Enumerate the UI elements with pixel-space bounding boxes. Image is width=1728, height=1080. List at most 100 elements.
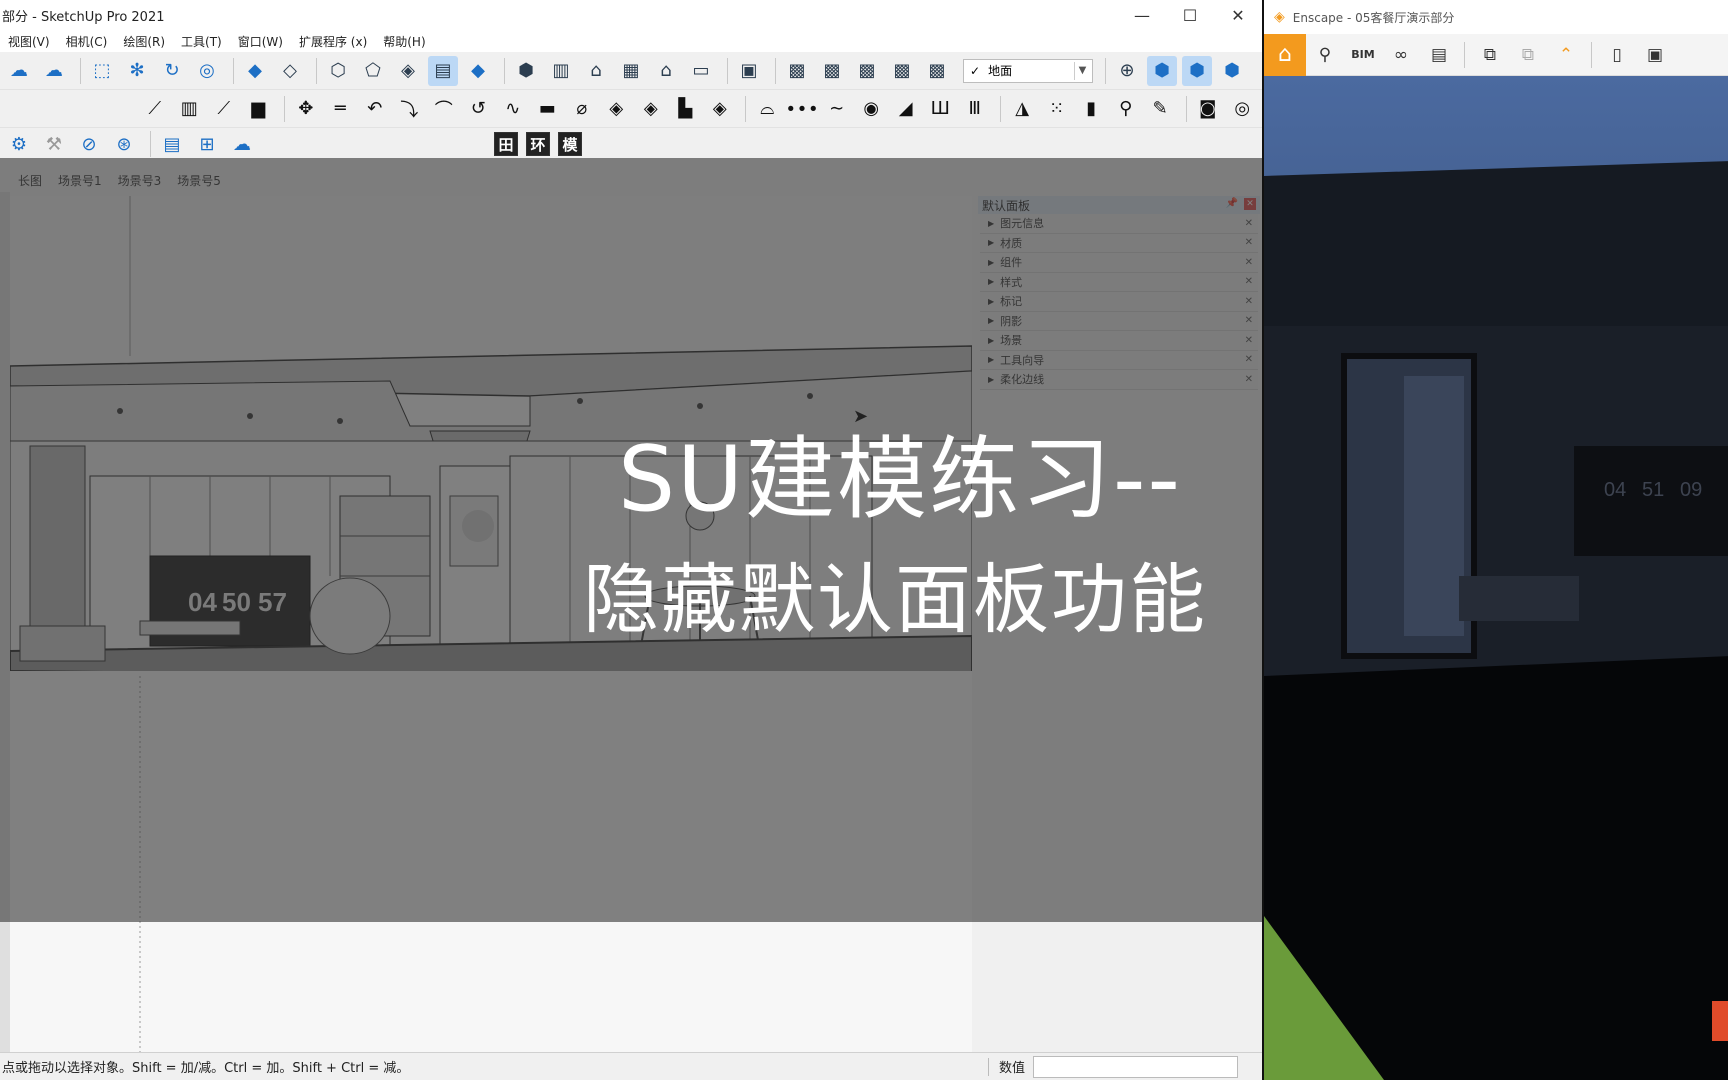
shaded-style-icon[interactable]: ◈ xyxy=(393,56,423,86)
maximize-button[interactable]: ☐ xyxy=(1166,6,1214,25)
mini-tool-tian-icon[interactable]: 田 xyxy=(494,132,518,156)
window-tool-icon[interactable]: ▥ xyxy=(175,94,205,124)
tray-item-tags[interactable]: ▶ 标记 ✕ xyxy=(980,292,1258,312)
tray-item-soften-edges[interactable]: ▶ 柔化边线 ✕ xyxy=(980,370,1258,390)
flatten-icon[interactable]: ▬ xyxy=(532,94,562,124)
cloud-upload-icon[interactable]: ☁ xyxy=(39,56,69,86)
close-icon[interactable]: ✕ xyxy=(1245,374,1253,385)
close-icon[interactable]: ✕ xyxy=(1245,218,1253,229)
minimize-button[interactable]: — xyxy=(1118,6,1166,25)
enscape-sync-icon[interactable]: ⬢ xyxy=(1182,55,1212,86)
tray-item-entity-info[interactable]: ▶ 图元信息 ✕ xyxy=(980,214,1258,234)
clapperboard-icon[interactable]: ▤ xyxy=(1420,45,1458,65)
menu-camera[interactable]: 相机(C) xyxy=(58,33,116,50)
panel-icon[interactable]: ▮ xyxy=(1076,94,1106,124)
top-view-icon[interactable]: ▥ xyxy=(546,56,576,86)
menu-window[interactable]: 窗口(W) xyxy=(230,33,291,50)
back-view-icon[interactable]: ⌂ xyxy=(651,56,681,86)
solid-split-icon[interactable]: ▩ xyxy=(922,56,952,86)
close-icon[interactable]: ✕ xyxy=(1244,198,1256,210)
spiral-icon[interactable]: ◉ xyxy=(856,94,886,124)
orbit-target-icon[interactable]: ⊕ xyxy=(1112,56,1142,86)
close-icon[interactable]: ✕ xyxy=(1245,335,1253,346)
grid-windows-icon[interactable]: ⊞ xyxy=(192,129,222,159)
map-icon[interactable]: ▯ xyxy=(1598,45,1636,65)
comb-icon[interactable]: Ш xyxy=(925,94,955,124)
chrome-icon[interactable]: ◎ xyxy=(192,56,222,86)
tray-item-shadows[interactable]: ▶ 阴影 ✕ xyxy=(980,311,1258,331)
front-view-icon[interactable]: ⌂ xyxy=(581,56,611,86)
ramp-tool-icon[interactable]: ⟋ xyxy=(209,94,239,124)
tray-item-scenes[interactable]: ▶ 场景 ✕ xyxy=(980,331,1258,351)
layers-stack-icon[interactable]: ◈ xyxy=(705,94,735,124)
screenshot-icon[interactable]: ⧉ xyxy=(1471,45,1509,65)
enscape-start-icon[interactable]: ⬢ xyxy=(1147,55,1177,86)
back-edges-style-icon[interactable]: ◇ xyxy=(275,56,305,86)
enscape-view-icon[interactable]: ⬢ xyxy=(1217,56,1247,86)
tray-item-materials[interactable]: ▶ 材质 ✕ xyxy=(980,233,1258,253)
joint-push-pull-icon[interactable]: ✥ xyxy=(291,94,321,124)
binoculars-icon[interactable]: ∞ xyxy=(1382,45,1420,65)
pin-icon[interactable]: 📌 xyxy=(1226,198,1238,209)
scene-tab[interactable]: 长图 xyxy=(12,172,52,192)
cloud-warehouse-icon[interactable]: ☁ xyxy=(227,129,257,159)
surface-mesh-icon[interactable]: ◈ xyxy=(636,94,666,124)
mini-tool-mo-icon[interactable]: 模 xyxy=(558,132,582,156)
layer-dropdown[interactable]: ✓ 地面 ▼ xyxy=(963,58,1093,83)
hidden-line-style-icon[interactable]: ⬠ xyxy=(358,56,388,86)
gear-cloud-icon[interactable]: ⚙ xyxy=(4,129,34,159)
mini-tool-huan-icon[interactable]: 环 xyxy=(526,132,550,156)
link-icon[interactable]: ⊘ xyxy=(74,129,104,159)
close-icon[interactable]: ✕ xyxy=(1245,354,1253,365)
scene-tab[interactable]: 场景号1 xyxy=(52,172,112,192)
plugin-badge-icon[interactable]: ◙ xyxy=(1193,94,1223,124)
close-button[interactable]: ✕ xyxy=(1214,6,1262,25)
left-tool-strip[interactable] xyxy=(0,192,10,1052)
menu-tools[interactable]: 工具(T) xyxy=(173,33,230,50)
tray-item-components[interactable]: ▶ 组件 ✕ xyxy=(980,253,1258,273)
section-plane-icon[interactable]: ▣ xyxy=(734,56,764,86)
edit-curve-icon[interactable]: ⌀ xyxy=(567,94,597,124)
arch-icon[interactable]: ⌒ xyxy=(429,94,459,124)
close-icon[interactable]: ✕ xyxy=(1245,315,1253,326)
menu-draw[interactable]: 绘图(R) xyxy=(115,33,173,50)
extension-window-icon[interactable]: ⬚ xyxy=(87,56,117,86)
bim-icon[interactable]: BIM xyxy=(1344,48,1382,61)
solid-union-icon[interactable]: ▩ xyxy=(782,56,812,86)
chevron-up-icon[interactable]: ⌃ xyxy=(1547,45,1585,65)
curve-icon[interactable]: ∿ xyxy=(498,94,528,124)
solid-subtract-icon[interactable]: ▩ xyxy=(852,56,882,86)
close-icon[interactable]: ✕ xyxy=(1245,257,1253,268)
chevron-down-icon[interactable]: ▼ xyxy=(1074,61,1090,80)
line-offset-icon[interactable]: ═ xyxy=(325,94,355,124)
home-icon[interactable]: ⌂ xyxy=(1264,33,1306,76)
box-cut-icon[interactable]: ▙ xyxy=(670,94,700,124)
minimap-icon[interactable]: ▣ xyxy=(1636,45,1674,65)
menu-help[interactable]: 帮助(H) xyxy=(375,33,433,50)
tray-item-styles[interactable]: ▶ 样式 ✕ xyxy=(980,272,1258,292)
fillet-icon[interactable]: ⤵ xyxy=(394,94,424,124)
document-icon[interactable]: ▤ xyxy=(157,129,187,159)
loop-icon[interactable]: ↺ xyxy=(463,94,493,124)
extension-manager-icon[interactable]: ↻ xyxy=(157,56,187,86)
tray-item-instructor[interactable]: ▶ 工具向导 ✕ xyxy=(980,350,1258,370)
menu-view[interactable]: 视图(V) xyxy=(0,33,58,50)
map-pin-icon[interactable]: ⚲ xyxy=(1306,45,1344,65)
xray-style-icon[interactable]: ◆ xyxy=(240,56,270,86)
close-icon[interactable]: ✕ xyxy=(1245,296,1253,307)
shaded-textures-style-icon[interactable]: ▤ xyxy=(428,55,458,86)
refresh-cycle-icon[interactable]: ⊛ xyxy=(109,129,139,159)
menu-extensions[interactable]: 扩展程序 (x) xyxy=(291,33,375,50)
array-grid-icon[interactable]: ⁙ xyxy=(1042,94,1072,124)
dots-row-icon[interactable]: ∙∙∙ xyxy=(785,94,819,124)
surface-grid-icon[interactable]: ◈ xyxy=(601,94,631,124)
mirror-icon[interactable]: ◮ xyxy=(1007,94,1037,124)
stair-tool-icon[interactable]: ⟋ xyxy=(140,94,170,124)
panorama-icon[interactable]: ⧉ xyxy=(1509,45,1547,65)
left-view-icon[interactable]: ▭ xyxy=(686,56,716,86)
plugin-ring-icon[interactable]: ◎ xyxy=(1227,94,1257,124)
close-icon[interactable]: ✕ xyxy=(1245,276,1253,287)
bend-icon[interactable]: ↶ xyxy=(360,94,390,124)
scene-tab[interactable]: 场景号3 xyxy=(112,172,172,192)
pyramid-icon[interactable]: ◢ xyxy=(891,94,921,124)
